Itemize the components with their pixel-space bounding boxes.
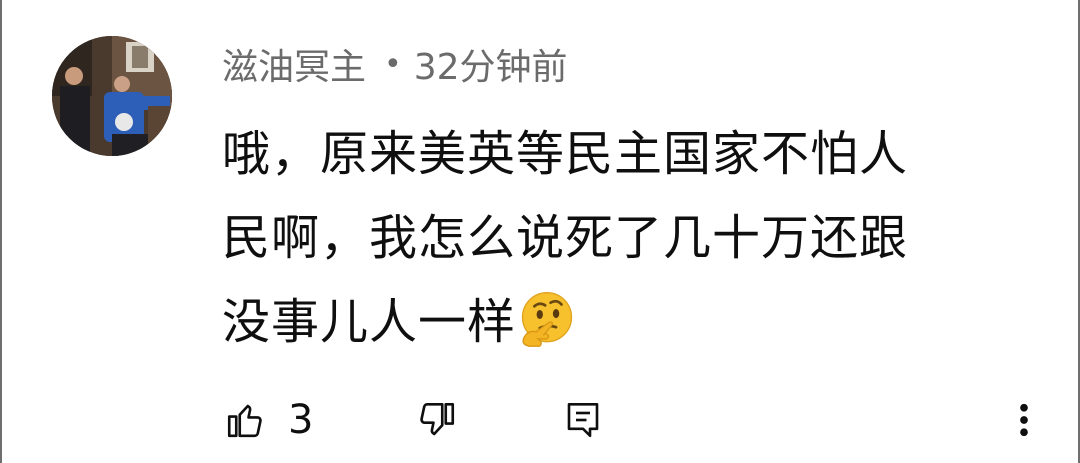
comment-header: 滋油冥主 • 32分钟前 <box>222 38 568 90</box>
comment-actions: 3 <box>224 392 1054 448</box>
comment-text-line: 哦，原来美英等民主国家不怕人 <box>222 126 909 182</box>
separator-dot: • <box>384 46 402 82</box>
comment-text-line: 没事儿人一样 <box>222 280 1022 364</box>
reply-comment-icon <box>567 402 599 438</box>
thumbs-down-icon <box>420 402 455 436</box>
reply-button[interactable] <box>562 392 604 448</box>
comment-time: 32分钟前 <box>413 47 568 88</box>
author-name[interactable]: 滋油冥主 <box>222 38 366 90</box>
like-count: 3 <box>288 397 314 443</box>
thinking-face-emoji <box>521 292 573 347</box>
like-button[interactable]: 3 <box>224 392 313 448</box>
avatar-image <box>52 36 172 156</box>
comment-body: 哦，原来美英等民主国家不怕人 民啊，我怎么说死了几十万还跟 没事儿人一样 <box>222 112 1022 364</box>
more-vertical-icon <box>1020 403 1028 437</box>
more-options-button[interactable] <box>1014 392 1034 448</box>
comment-text-line: 民啊，我怎么说死了几十万还跟 <box>222 210 909 266</box>
comment-text-segment: 没事儿人一样 <box>222 294 517 350</box>
thumbs-up-icon <box>227 404 262 438</box>
dislike-button[interactable] <box>416 392 458 448</box>
comment-card: 滋油冥主 • 32分钟前 哦，原来美英等民主国家不怕人 民啊，我怎么说死了几十万… <box>0 0 1080 463</box>
author-avatar[interactable] <box>52 36 172 156</box>
